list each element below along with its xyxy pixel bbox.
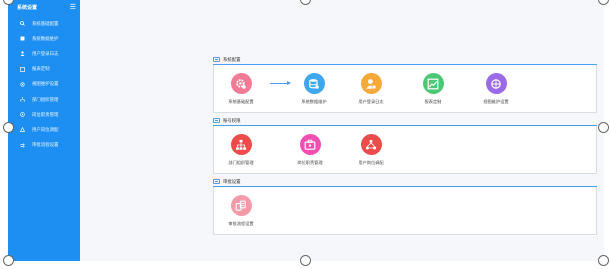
database-icon <box>20 36 25 41</box>
sidebar-item-label: 系统数据维护 <box>32 36 59 42</box>
section-account-permission: 账号权限 部门组织管理 岗位职责管理 用户岗位调配 <box>213 116 597 174</box>
user-assign-icon <box>20 127 25 133</box>
section-box: 系统基础配置 系统数据维护 用户登录日志 报表定制 视图维护设置 <box>213 65 597 113</box>
sidebar-menu: 系统基础配置 系统数据维护 用户登录日志 报表定制 视图维护设置 部门组织管理 … <box>8 16 80 153</box>
tile-data-maintain[interactable]: 系统数据维护 <box>289 73 339 105</box>
section-icon <box>213 118 220 123</box>
view-icon <box>20 82 25 87</box>
section-box: 审批流程设置 <box>213 187 597 235</box>
sidebar: 系统设置 ☰ 系统基础配置 系统数据维护 用户登录日志 报表定制 视图维护设置 … <box>8 0 80 261</box>
flow-arrow <box>270 81 291 85</box>
view-settings-icon <box>485 73 507 94</box>
tile-label: 视图维护设置 <box>483 99 509 104</box>
sidebar-item-label: 岗位职责管理 <box>32 112 59 118</box>
sidebar-item-approval[interactable]: 审批流程设置 <box>8 138 80 153</box>
sidebar-item-label: 用户登录日志 <box>32 51 59 57</box>
section-title-text: 系统配置 <box>223 57 241 63</box>
tile-login-log[interactable]: 用户登录日志 <box>346 73 396 105</box>
user-icon <box>20 51 25 57</box>
tile-label: 用户登录日志 <box>358 99 384 104</box>
tile-view-settings[interactable]: 视图维护设置 <box>471 73 521 105</box>
org-chart-icon <box>230 134 252 155</box>
sidebar-item-login-log[interactable]: 用户登录日志 <box>8 46 80 61</box>
section-icon <box>213 179 220 184</box>
tile-label: 系统基础配置 <box>228 99 254 104</box>
tile-post-manage[interactable]: 岗位职责管理 <box>285 134 335 166</box>
tile-label: 系统数据维护 <box>301 99 327 104</box>
resize-handle-bottom[interactable] <box>300 255 311 266</box>
post-duty-icon <box>299 134 321 155</box>
sidebar-title: 系统设置 <box>17 4 38 11</box>
menu-icon[interactable]: ☰ <box>70 3 76 11</box>
tile-report[interactable]: 报表定制 <box>408 73 458 105</box>
sidebar-item-org[interactable]: 部门组织管理 <box>8 92 80 107</box>
tile-label: 报表定制 <box>424 99 442 104</box>
section-icon <box>213 57 220 62</box>
sidebar-item-user-assign[interactable]: 用户岗位调配 <box>8 122 80 137</box>
sidebar-item-data-maintain[interactable]: 系统数据维护 <box>8 31 80 46</box>
section-system-config: 系统配置 系统基础配置 系统数据维护 用户登录日志 报表定制 视图维护设置 <box>213 55 597 113</box>
section-title-text: 审批设置 <box>223 179 241 185</box>
org-icon <box>20 97 25 102</box>
right-margin <box>604 0 610 269</box>
sidebar-item-report[interactable]: 报表定制 <box>8 62 80 77</box>
chart-report-icon <box>422 73 444 94</box>
section-box: 部门组织管理 岗位职责管理 用户岗位调配 <box>213 126 597 174</box>
resize-handle-left[interactable] <box>3 122 14 133</box>
resize-handle-bottom-right[interactable] <box>598 255 609 266</box>
sidebar-item-label: 用户岗位调配 <box>32 127 59 133</box>
post-icon <box>20 112 25 117</box>
resize-handle-bottom-left[interactable] <box>3 255 14 266</box>
sidebar-item-post[interactable]: 岗位职责管理 <box>8 107 80 122</box>
tile-user-assign[interactable]: 用户岗位调配 <box>346 134 396 166</box>
tile-label: 岗位职责管理 <box>297 160 323 165</box>
search-icon <box>20 21 25 26</box>
sidebar-item-label: 审批流程设置 <box>32 143 59 149</box>
section-title: 审批设置 <box>213 177 597 186</box>
report-icon <box>20 66 25 72</box>
sidebar-item-view-settings[interactable]: 视图维护设置 <box>8 77 80 92</box>
main-content: 系统配置 系统基础配置 系统数据维护 用户登录日志 报表定制 视图维护设置 账号… <box>80 0 604 261</box>
tile-approval-flow[interactable]: 审批流程设置 <box>216 195 266 227</box>
sidebar-item-label: 系统基础配置 <box>32 21 59 27</box>
section-approval: 审批设置 审批流程设置 <box>213 177 597 235</box>
user-log-icon <box>360 73 382 94</box>
sidebar-item-label: 报表定制 <box>32 67 50 73</box>
section-title-text: 账号权限 <box>223 118 241 124</box>
user-assign-icon <box>360 134 382 155</box>
sidebar-item-system-config[interactable]: 系统基础配置 <box>8 16 80 31</box>
tile-label: 用户岗位调配 <box>358 160 384 165</box>
tile-label: 审批流程设置 <box>228 221 254 226</box>
sidebar-header: 系统设置 ☰ <box>8 0 80 14</box>
sidebar-item-label: 部门组织管理 <box>32 97 59 103</box>
resize-handle-right[interactable] <box>598 122 609 133</box>
approval-flow-icon <box>230 195 252 216</box>
section-title: 系统配置 <box>213 55 597 64</box>
tile-system-config[interactable]: 系统基础配置 <box>216 73 266 105</box>
section-title: 账号权限 <box>213 116 597 125</box>
tile-org-manage[interactable]: 部门组织管理 <box>216 134 266 166</box>
database-icon <box>303 73 325 94</box>
flow-icon <box>20 142 25 148</box>
gear-icon <box>230 73 252 94</box>
sidebar-item-label: 视图维护设置 <box>32 82 59 88</box>
tile-label: 部门组织管理 <box>228 160 254 165</box>
